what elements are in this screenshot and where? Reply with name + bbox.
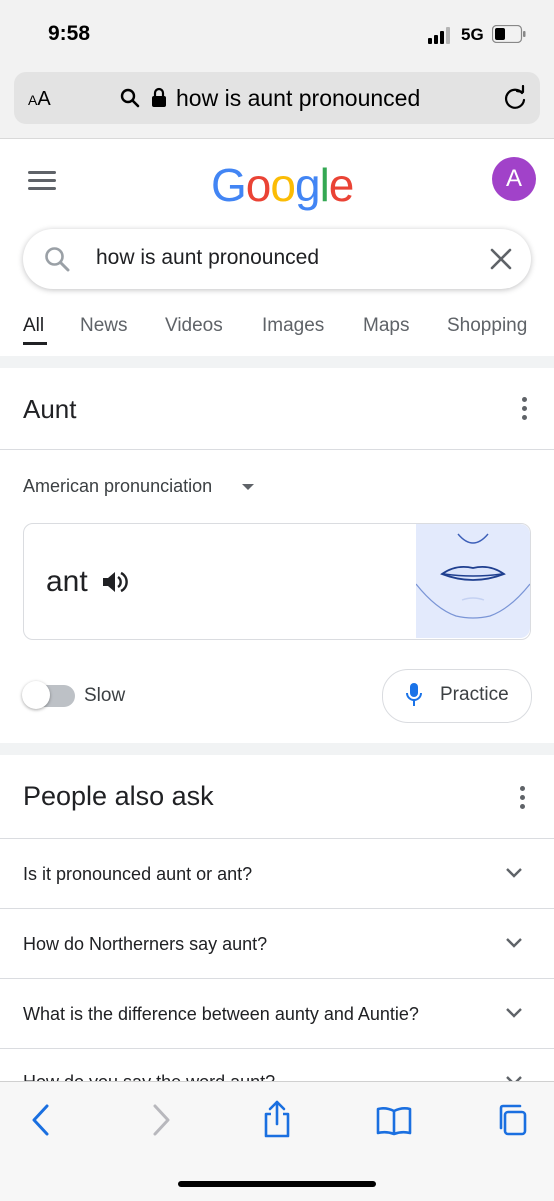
tab-news[interactable]: News (80, 315, 128, 337)
chevron-down-icon[interactable] (505, 866, 523, 880)
microphone-icon[interactable] (405, 682, 423, 708)
forward-icon[interactable] (150, 1103, 172, 1137)
slow-label: Slow (84, 685, 126, 706)
caret-down-icon[interactable] (242, 484, 254, 490)
divider (0, 978, 554, 979)
phonetic-word: ant (46, 565, 88, 598)
divider (0, 1048, 554, 1049)
more-options-icon[interactable] (522, 397, 527, 424)
search-icon[interactable] (44, 246, 70, 272)
paa-question[interactable]: How do Northerners say aunt? (23, 934, 267, 955)
section-divider (0, 743, 554, 755)
bookmarks-icon[interactable] (376, 1106, 412, 1136)
tab-maps[interactable]: Maps (363, 315, 409, 337)
section-divider (0, 356, 554, 368)
logo-letter: G (211, 159, 247, 211)
paa-title: People also ask (23, 781, 214, 811)
back-icon[interactable] (30, 1103, 52, 1137)
divider (0, 838, 554, 839)
clear-icon[interactable] (489, 247, 513, 271)
logo-letter: l (319, 159, 330, 211)
share-icon[interactable] (262, 1100, 292, 1138)
tab-all[interactable]: All (23, 315, 44, 337)
chevron-down-icon[interactable] (505, 1006, 523, 1020)
logo-letter: o (270, 159, 296, 211)
network-label: 5G (461, 25, 484, 44)
accent-selector[interactable]: American pronunciation (23, 476, 212, 497)
avatar[interactable]: A (492, 157, 536, 201)
mouth-illustration (415, 533, 531, 619)
search-input[interactable]: how is aunt pronounced (96, 246, 319, 270)
speaker-icon[interactable] (100, 568, 128, 596)
mouth-animation (415, 524, 531, 638)
active-tab-indicator (23, 342, 47, 345)
url-text[interactable]: how is aunt pronounced (176, 85, 420, 112)
battery-icon (492, 25, 526, 43)
tab-videos[interactable]: Videos (165, 315, 223, 337)
chevron-down-icon[interactable] (505, 936, 523, 950)
lock-icon (152, 87, 166, 107)
tabs-icon[interactable] (494, 1104, 528, 1138)
status-time: 9:58 (48, 22, 91, 45)
search-icon (120, 88, 140, 108)
card-title: Aunt (23, 394, 77, 424)
paa-question[interactable]: Is it pronounced aunt or ant? (23, 864, 252, 885)
divider (0, 449, 554, 450)
paa-question[interactable]: What is the difference between aunty and… (23, 1004, 419, 1025)
logo-letter: e (328, 159, 355, 211)
divider (0, 908, 554, 909)
logo-letter: o (245, 159, 272, 211)
home-indicator (178, 1181, 376, 1187)
reload-icon[interactable] (502, 85, 528, 111)
menu-icon[interactable] (28, 171, 56, 191)
toggle-knob[interactable] (22, 681, 50, 709)
more-options-icon[interactable] (520, 786, 525, 813)
google-logo[interactable]: Google (211, 158, 355, 212)
tab-images[interactable]: Images (262, 315, 324, 337)
text-size-button[interactable]: AA (28, 88, 51, 111)
practice-label[interactable]: Practice (440, 684, 509, 706)
logo-letter: g (294, 159, 321, 211)
tab-shopping[interactable]: Shopping (447, 315, 527, 337)
signal-icon (428, 27, 450, 44)
